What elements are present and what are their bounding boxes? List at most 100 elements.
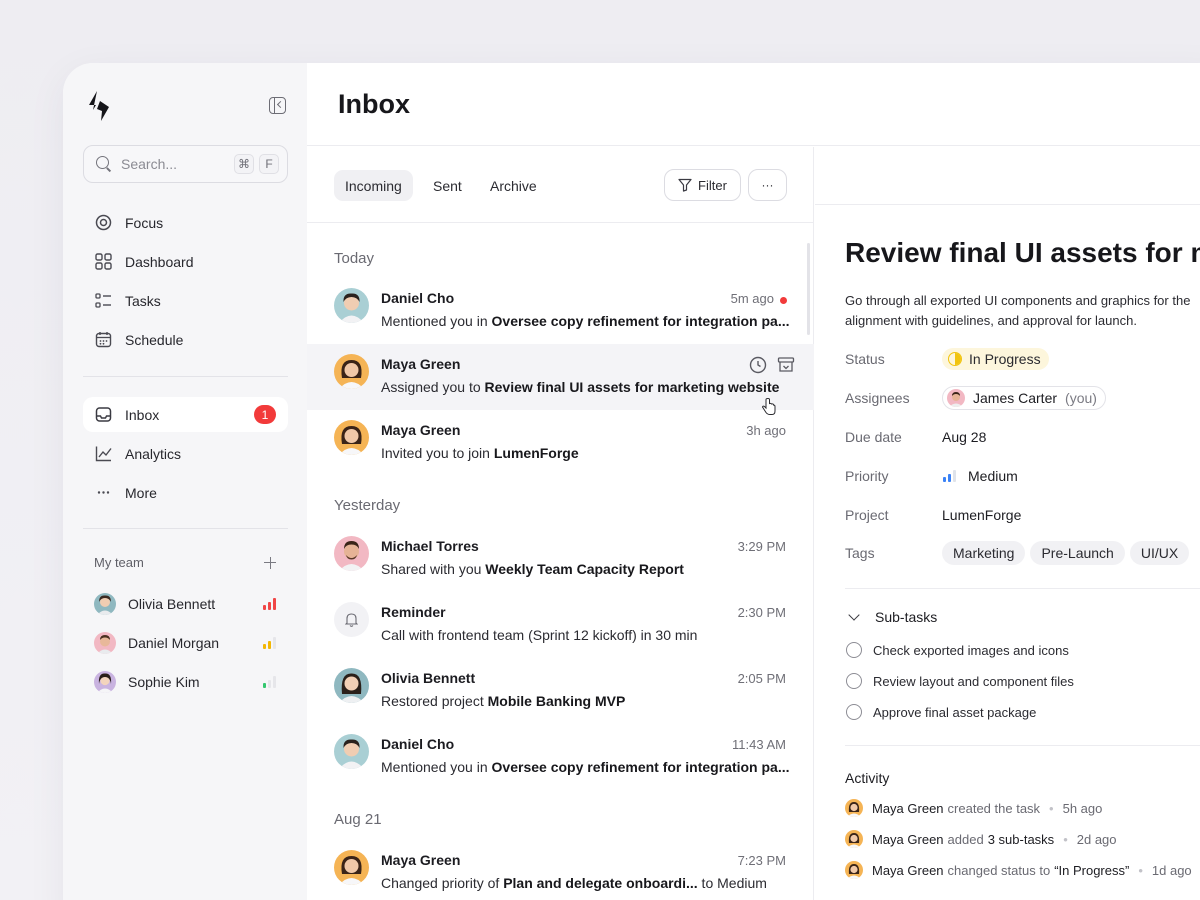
nav-item-schedule[interactable]: Schedule bbox=[83, 322, 288, 357]
message-sender: Daniel Cho bbox=[381, 736, 455, 752]
activity-item: Maya Green changed status to “In Progres… bbox=[845, 861, 1192, 879]
message-row[interactable]: Maya Green Invited you to join LumenForg… bbox=[307, 410, 814, 476]
subtask-item[interactable]: Review layout and component files bbox=[846, 673, 1074, 689]
message-row[interactable]: Maya Green Changed priority of Plan and … bbox=[307, 840, 814, 900]
message-row[interactable]: Olivia Bennett Restored project Mobile B… bbox=[307, 658, 814, 724]
shortcut-cmd-key: ⌘ bbox=[234, 154, 254, 174]
message-row[interactable]: Reminder Call with frontend team (Sprint… bbox=[307, 592, 814, 658]
message-row[interactable]: Maya Green Assigned you to Review final … bbox=[307, 344, 814, 415]
property-tags: Tags Marketing Pre-Launch UI/UX bbox=[845, 541, 1200, 565]
task-description: Go through all exported UI components an… bbox=[845, 293, 1191, 328]
more-options-button[interactable]: ··· bbox=[748, 169, 787, 201]
search-box[interactable]: ⌘ F bbox=[83, 145, 288, 183]
message-row[interactable]: Daniel Cho Mentioned you in Oversee copy… bbox=[307, 278, 814, 344]
section-label-aug-21: Aug 21 bbox=[334, 811, 382, 828]
subtask-checkbox[interactable] bbox=[846, 673, 862, 689]
task-detail-pane: Review final UI assets for m Go through … bbox=[815, 147, 1200, 900]
nav-item-analytics[interactable]: Analytics bbox=[83, 436, 288, 471]
nav-item-tasks[interactable]: Tasks bbox=[83, 283, 288, 318]
team-member[interactable]: Daniel Morgan bbox=[94, 623, 276, 662]
workload-bar bbox=[268, 601, 271, 610]
message-list-pane: Incoming Sent Archive Filter ··· Today D… bbox=[307, 147, 814, 900]
tab-archive[interactable]: Archive bbox=[479, 170, 548, 201]
inbox-tabs: Incoming Sent Archive Filter ··· bbox=[307, 147, 813, 223]
separator-dot: • bbox=[1138, 862, 1143, 878]
subtask-item[interactable]: Check exported images and icons bbox=[846, 642, 1069, 658]
message-prefix: Mentioned you in bbox=[381, 313, 492, 329]
subtask-label: Approve final asset package bbox=[873, 704, 1037, 720]
tag-chip[interactable]: Pre-Launch bbox=[1030, 541, 1125, 565]
ellipsis-icon: ··· bbox=[761, 178, 774, 192]
subtask-checkbox[interactable] bbox=[846, 704, 862, 720]
page-title: Inbox bbox=[338, 89, 410, 119]
nav-item-more[interactable]: More bbox=[83, 475, 288, 510]
priority-value[interactable]: Medium bbox=[942, 468, 1018, 484]
nav-label: Focus bbox=[125, 214, 164, 231]
sidebar: ⌘ F Focus Dashboard Tasks Schedule bbox=[63, 63, 307, 900]
workload-bar bbox=[273, 675, 276, 688]
message-row[interactable]: Daniel Cho Mentioned you in Oversee copy… bbox=[307, 724, 814, 790]
assignee-chip[interactable]: James Carter (you) bbox=[942, 386, 1106, 410]
message-subject: Weekly Team Capacity Report bbox=[485, 561, 684, 577]
activity-item: Maya Green created the task • 5h ago bbox=[845, 799, 1102, 817]
app-logo-icon[interactable] bbox=[87, 91, 111, 121]
tag-chip[interactable]: Marketing bbox=[942, 541, 1026, 565]
nav-item-dashboard[interactable]: Dashboard bbox=[83, 244, 288, 279]
message-sender: Maya Green bbox=[381, 356, 461, 372]
avatar bbox=[334, 734, 369, 769]
subtask-checkbox[interactable] bbox=[846, 642, 862, 658]
subtasks-toggle[interactable]: Sub-tasks bbox=[845, 609, 937, 625]
nav-label: Tasks bbox=[125, 292, 161, 309]
status-value[interactable]: In Progress bbox=[942, 348, 1049, 370]
message-row[interactable]: Michael Torres Shared with you Weekly Te… bbox=[307, 526, 814, 592]
activity-actor: Maya Green bbox=[872, 800, 944, 816]
tab-sent[interactable]: Sent bbox=[422, 170, 473, 201]
message-time: 2:30 PM bbox=[737, 605, 786, 620]
subtask-item[interactable]: Approve final asset package bbox=[846, 704, 1036, 720]
add-team-member-icon[interactable] bbox=[264, 556, 276, 569]
detail-toolbar bbox=[815, 147, 1200, 205]
message-sender: Michael Torres bbox=[381, 538, 479, 554]
main-panel: Inbox Incoming Sent Archive Filter ··· T… bbox=[307, 63, 1200, 900]
nav-item-inbox[interactable]: Inbox 1 bbox=[83, 397, 288, 432]
snooze-clock-icon[interactable] bbox=[749, 356, 767, 374]
nav-label: Inbox bbox=[125, 406, 160, 423]
archive-icon[interactable] bbox=[777, 356, 795, 374]
workload-bar bbox=[273, 636, 276, 649]
activity-actor: Maya Green bbox=[872, 862, 944, 878]
tags-value: Marketing Pre-Launch UI/UX bbox=[942, 541, 1194, 565]
project-value[interactable]: LumenForge bbox=[942, 507, 1021, 523]
inbox-count-badge: 1 bbox=[254, 405, 276, 424]
avatar bbox=[94, 631, 116, 654]
avatar bbox=[334, 668, 369, 703]
message-text: Shared with you Weekly Team Capacity Rep… bbox=[381, 561, 791, 577]
status-pill[interactable]: In Progress bbox=[942, 348, 1049, 370]
assignee-value[interactable]: James Carter (you) bbox=[942, 386, 1106, 410]
due-date-value[interactable]: Aug 28 bbox=[942, 429, 986, 445]
avatar bbox=[334, 420, 369, 455]
team-heading: My team bbox=[94, 555, 144, 570]
tab-incoming[interactable]: Incoming bbox=[334, 170, 413, 201]
filter-button[interactable]: Filter bbox=[664, 169, 741, 201]
workload-bar bbox=[263, 643, 266, 649]
avatar bbox=[334, 288, 369, 323]
separator-dot: • bbox=[1049, 800, 1054, 816]
property-due-date: Due date Aug 28 bbox=[845, 425, 1200, 449]
team-member[interactable]: Olivia Bennett bbox=[94, 584, 276, 623]
activity-time: 5h ago bbox=[1062, 800, 1103, 816]
message-prefix: Changed priority of bbox=[381, 875, 504, 891]
nav-item-focus[interactable]: Focus bbox=[83, 205, 288, 240]
tag-chip[interactable]: UI/UX bbox=[1129, 541, 1190, 565]
checklist-icon bbox=[95, 292, 112, 309]
sidebar-collapse-icon[interactable] bbox=[269, 97, 286, 114]
message-prefix: Shared with you bbox=[381, 561, 486, 577]
nav-label: More bbox=[125, 484, 157, 501]
workload-bar bbox=[273, 597, 276, 610]
property-assignees: Assignees James Carter (you) bbox=[845, 386, 1200, 410]
activity-detail: “In Progress” bbox=[1054, 862, 1130, 878]
team-member[interactable]: Sophie Kim bbox=[94, 662, 276, 701]
message-text: Invited you to join LumenForge bbox=[381, 445, 791, 461]
section-divider bbox=[845, 588, 1200, 589]
search-input[interactable] bbox=[121, 156, 221, 172]
avatar bbox=[845, 861, 863, 879]
